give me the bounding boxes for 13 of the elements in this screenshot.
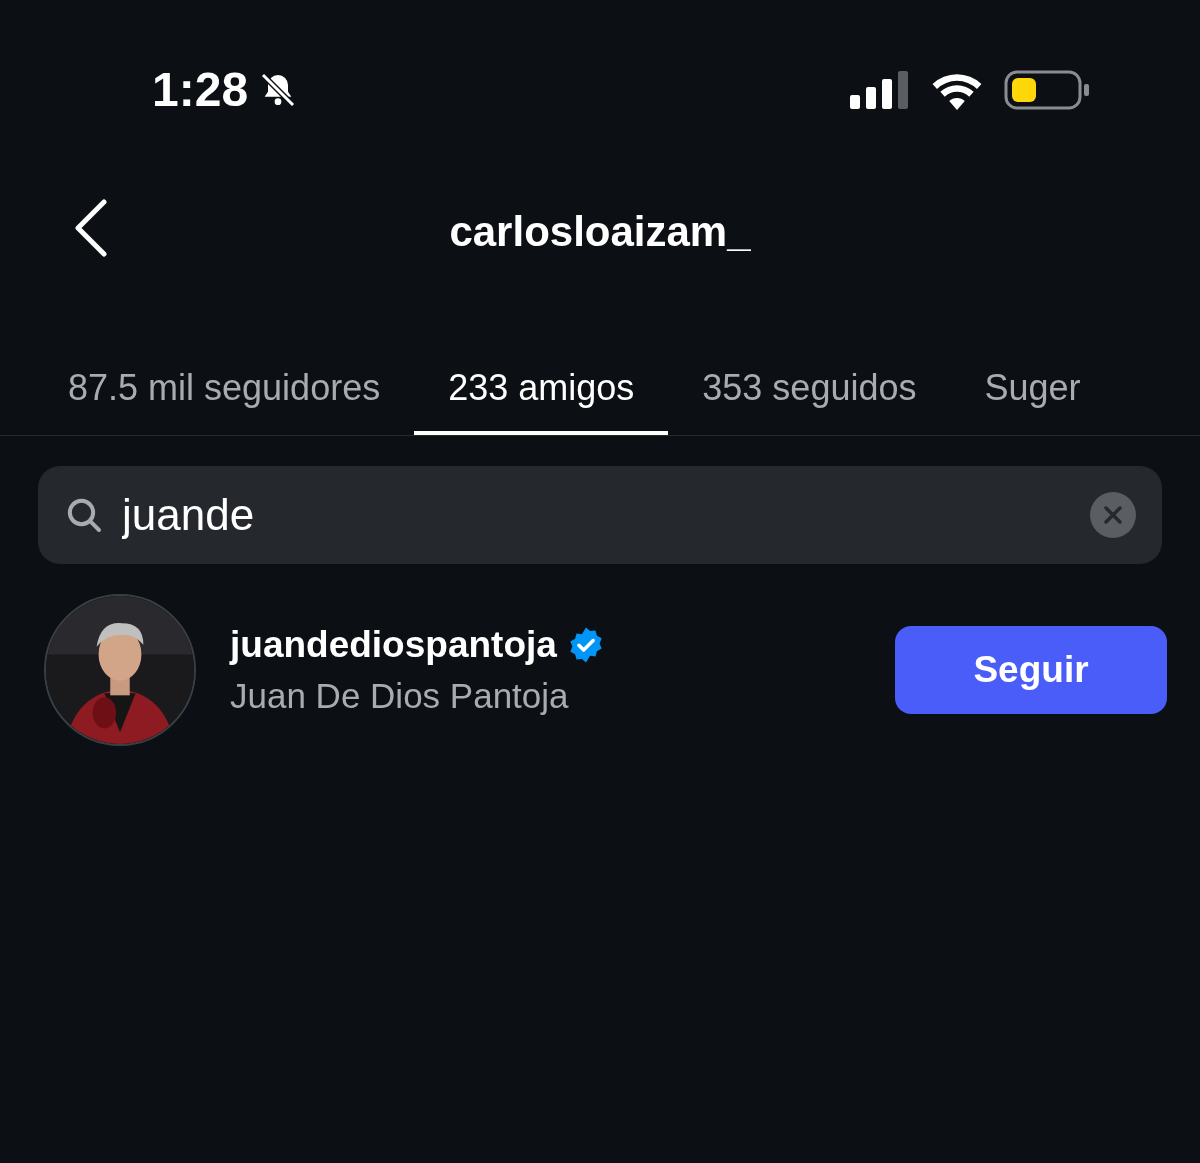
tab[interactable]: Suger [950,344,1115,435]
status-time: 1:28 [152,66,249,114]
result-full-name: Juan De Dios Pantoja [230,675,570,718]
tab[interactable]: 353 seguidos [668,344,951,435]
follow-button[interactable]: Seguir [895,626,1167,714]
profile-username: carlosloaizam_ [449,206,751,257]
signal-icon [850,71,910,109]
close-icon [1103,505,1123,525]
back-icon [72,198,108,258]
tab[interactable]: 233 amigos [414,344,669,435]
tab[interactable]: 87.5 mil seguidores [34,344,415,435]
result-username: juandediospantoja [230,623,557,667]
battery-icon [1004,70,1090,110]
